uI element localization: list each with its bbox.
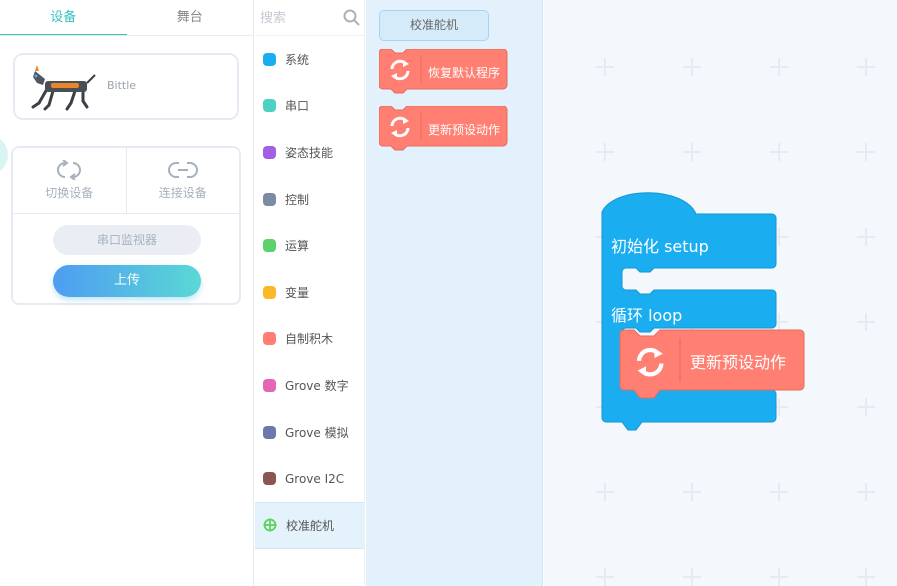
loop-label: 循环 loop bbox=[611, 306, 683, 325]
category-label: 串口 bbox=[285, 99, 310, 114]
category-label: 姿态技能 bbox=[285, 145, 334, 160]
category-color-icon bbox=[263, 239, 276, 253]
tab-device[interactable]: 设备 bbox=[0, 0, 127, 35]
code-workspace[interactable]: 初始化 setup 循环 loop 更新预设动作 bbox=[544, 0, 897, 586]
category-item[interactable]: Grove 模拟 bbox=[255, 409, 364, 456]
flyout-category-label: 校准舵机 bbox=[379, 10, 489, 41]
category-color-icon bbox=[263, 145, 276, 159]
category-label: 变量 bbox=[285, 285, 310, 300]
upload-button[interactable]: 上传 bbox=[53, 265, 201, 297]
serial-monitor-button[interactable]: 串口监视器 bbox=[53, 225, 201, 255]
side-toggle[interactable] bbox=[0, 135, 8, 175]
category-item[interactable]: 变量 bbox=[255, 269, 364, 316]
device-card[interactable]: Bittle bbox=[13, 53, 239, 120]
search-icon[interactable] bbox=[343, 9, 360, 26]
category-item[interactable]: 校准舵机 bbox=[255, 501, 364, 549]
category-color-icon bbox=[263, 99, 276, 113]
refresh-icon bbox=[390, 59, 410, 81]
connection-card: 切换设备 连接设备 串口监视器 上传 bbox=[11, 146, 241, 305]
category-color-icon bbox=[263, 52, 276, 66]
category-item[interactable]: Grove 数字 bbox=[255, 362, 364, 409]
category-color-icon bbox=[263, 332, 276, 346]
category-color-icon bbox=[263, 285, 276, 299]
category-label: 校准舵机 bbox=[286, 518, 335, 533]
search-input[interactable] bbox=[260, 7, 340, 29]
link-icon bbox=[167, 162, 198, 178]
connect-device-button[interactable]: 连接设备 bbox=[125, 148, 240, 213]
category-label: Grove I2C bbox=[285, 471, 345, 486]
category-item[interactable]: 控制 bbox=[255, 176, 364, 223]
category-label: 系统 bbox=[285, 52, 310, 67]
category-color-icon bbox=[263, 378, 276, 392]
category-item[interactable]: 运算 bbox=[255, 222, 364, 269]
category-item[interactable]: Grove I2C bbox=[255, 455, 364, 502]
category-color-icon bbox=[263, 425, 276, 439]
category-label: 运算 bbox=[285, 239, 310, 254]
device-panel: 设备 舞台 Bittle 切换设备 连接设备 串口监视器 上传 bbox=[0, 0, 254, 586]
refresh-icon bbox=[390, 116, 410, 138]
connect-device-label: 连接设备 bbox=[158, 186, 207, 200]
update-preset-action-label: 更新预设动作 bbox=[690, 353, 787, 372]
block-label: 更新预设动作 bbox=[428, 123, 501, 137]
tab-stage[interactable]: 舞台 bbox=[127, 0, 254, 35]
category-item[interactable]: 自制积木 bbox=[255, 316, 364, 363]
restore-default-program-block[interactable]: 恢复默认程序 bbox=[379, 49, 509, 99]
category-label: Grove 模拟 bbox=[285, 425, 349, 440]
panel-tabs: 设备 舞台 bbox=[0, 0, 253, 36]
category-color-icon bbox=[263, 472, 276, 486]
switch-device-button[interactable]: 切换设备 bbox=[13, 148, 126, 213]
device-name: Bittle bbox=[107, 79, 137, 92]
switch-icon bbox=[57, 160, 82, 180]
category-color-icon bbox=[263, 192, 276, 206]
setup-loop-block[interactable] bbox=[544, 0, 897, 586]
crosshair-icon bbox=[263, 518, 277, 532]
category-item[interactable]: 串口 bbox=[255, 83, 364, 130]
robot-dog-image bbox=[31, 65, 96, 111]
category-label: 自制积木 bbox=[285, 332, 334, 347]
search-bar bbox=[255, 0, 364, 36]
category-label: Grove 数字 bbox=[285, 378, 349, 393]
category-label: 控制 bbox=[285, 192, 310, 207]
category-list: 系统串口姿态技能控制运算变量自制积木 Grove 数字 Grove 模拟 Grove … bbox=[255, 0, 365, 586]
update-preset-action-block[interactable]: 更新预设动作 bbox=[379, 106, 509, 156]
setup-label: 初始化 setup bbox=[611, 237, 709, 256]
block-flyout: 校准舵机 恢复默认程序 更新预设动作 bbox=[366, 0, 543, 586]
category-item[interactable]: 姿态技能 bbox=[255, 129, 364, 176]
switch-device-label: 切换设备 bbox=[45, 186, 94, 200]
block-label: 恢复默认程序 bbox=[428, 66, 501, 80]
category-item[interactable]: 系统 bbox=[255, 36, 364, 83]
